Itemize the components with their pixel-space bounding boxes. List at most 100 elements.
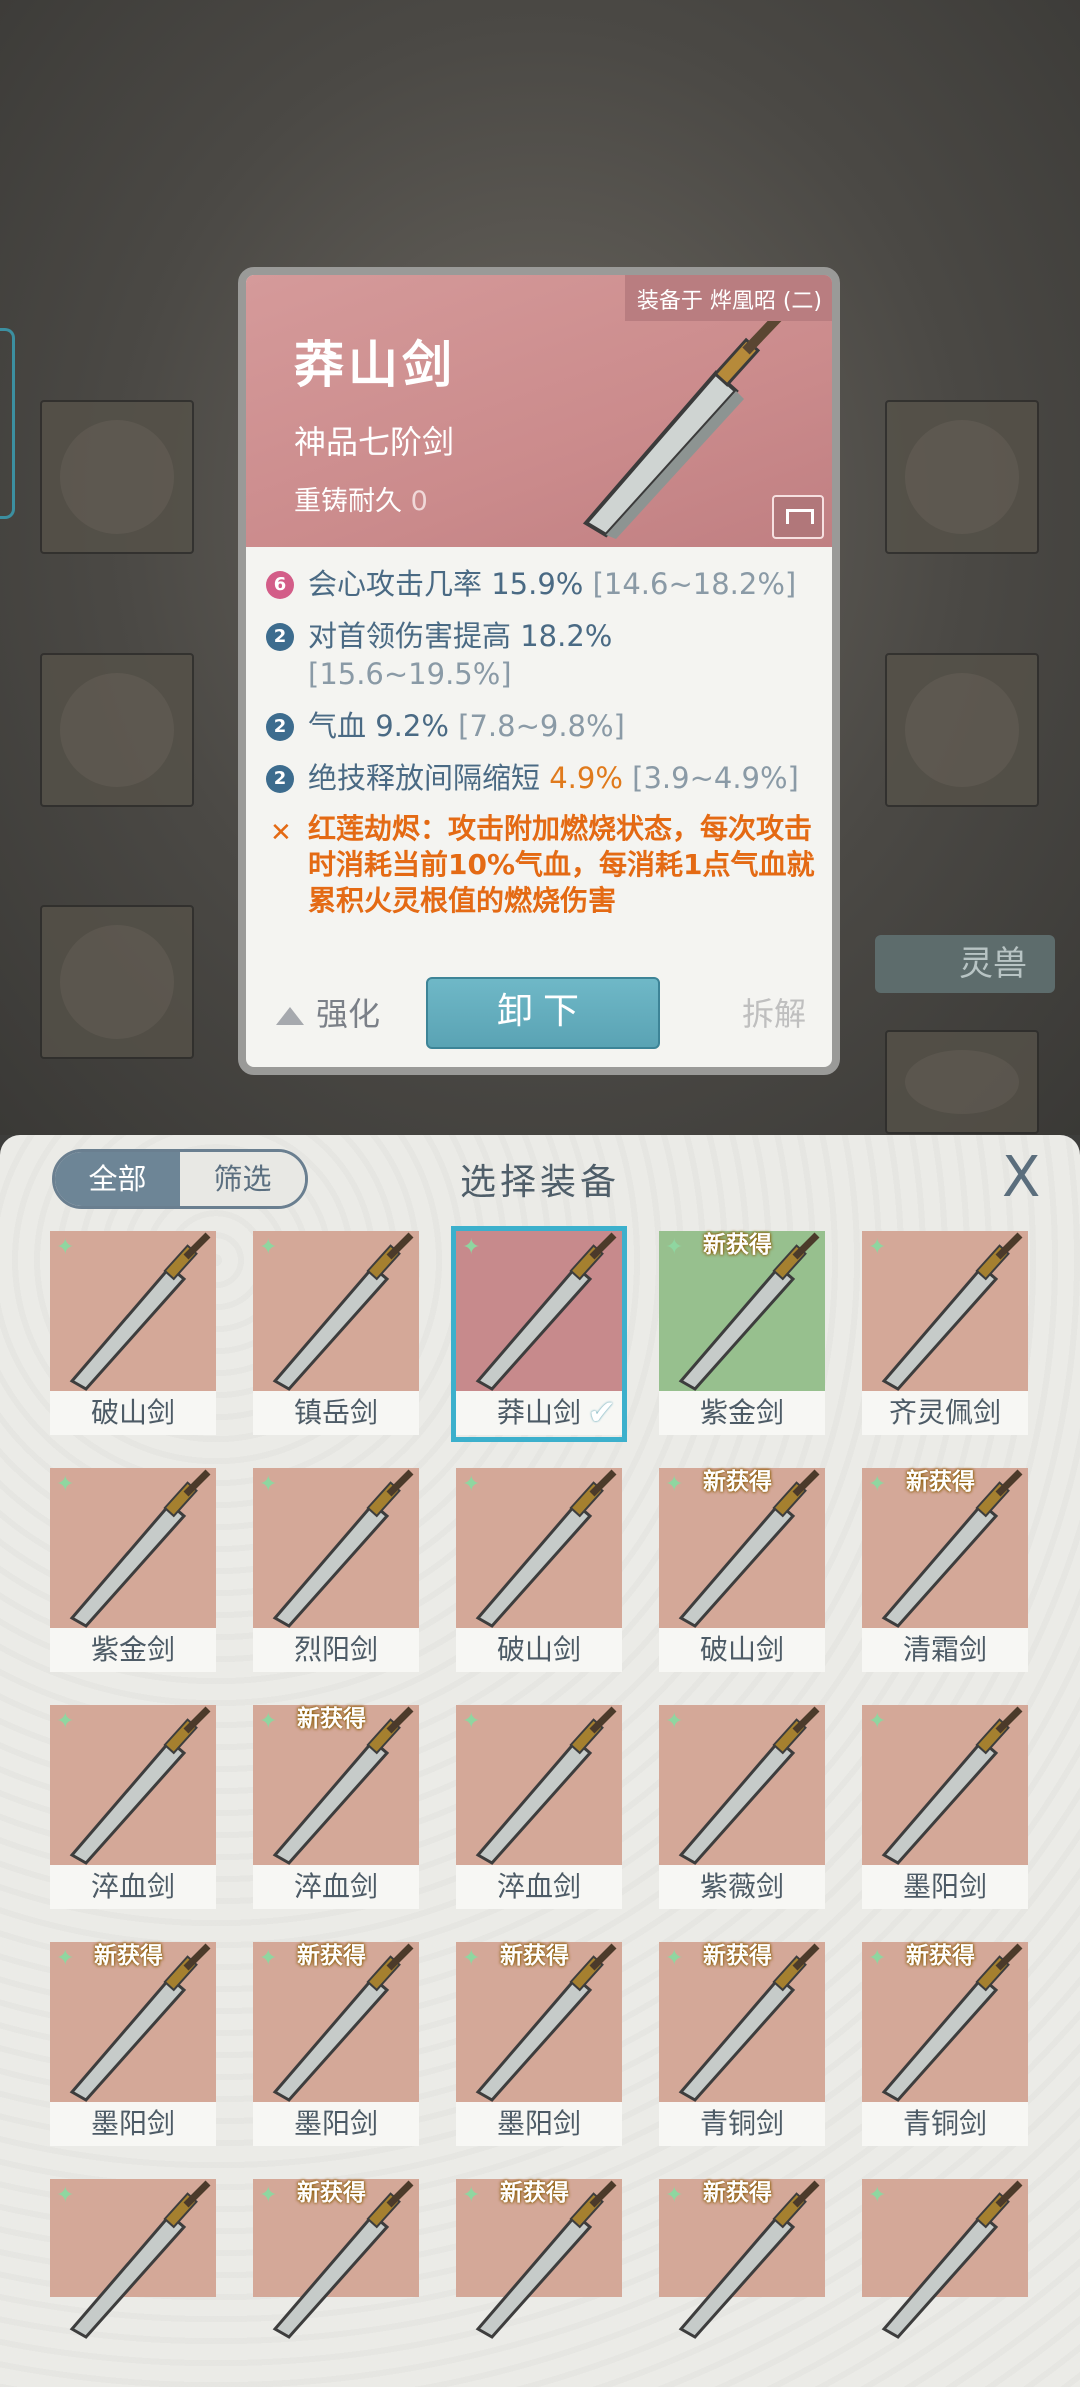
equipment-slot-boots[interactable] [40, 905, 194, 1059]
element-flame-icon: ✦ [665, 1946, 684, 1971]
element-flame-icon: ✦ [665, 1709, 684, 1734]
equipment-item[interactable]: ✦ 新获得 墨阳剑 [50, 1942, 216, 2148]
equipment-item[interactable]: ✦ 新获得 墨阳剑 [253, 1942, 419, 2148]
equipment-item[interactable]: ✦ 新获得 [659, 2179, 825, 2339]
spirit-beast-button[interactable]: 灵兽 [875, 935, 1055, 993]
equipment-slot-armor[interactable] [40, 653, 194, 807]
panel-title: 选择装备 [459, 1162, 620, 1203]
close-icon[interactable]: X [1002, 1150, 1040, 1206]
item-art [50, 1705, 216, 1865]
stat-range: [3.9~4.9%] [632, 761, 799, 795]
element-flame-icon: ✦ [665, 1235, 684, 1260]
item-art [659, 1705, 825, 1865]
element-flame-icon: ✦ [868, 1946, 887, 1971]
item-art [253, 1231, 419, 1391]
new-badge: 新获得 [94, 1943, 163, 1969]
stat-value: 4.9% [549, 761, 623, 795]
equipment-item[interactable]: ✦ 紫薇剑 [659, 1705, 825, 1911]
equipment-item[interactable]: ✦ 镇岳剑 [253, 1231, 419, 1437]
item-grade: 神品七阶剑 [294, 423, 455, 461]
element-flame-icon: ✦ [868, 1472, 887, 1497]
equipment-item[interactable]: ✦ 新获得 [456, 2179, 622, 2339]
item-label: 淬血剑 [253, 1865, 419, 1909]
element-flame-icon: ✦ [462, 1472, 481, 1497]
equipment-item[interactable]: ✦ 新获得 淬血剑 [253, 1705, 419, 1911]
dismantle-button[interactable]: 拆解 [742, 989, 806, 1035]
item-label: 破山剑 [659, 1628, 825, 1672]
item-art [253, 1468, 419, 1628]
stat-range: [7.8~9.8%] [458, 709, 625, 743]
equipment-slot-helmet[interactable] [885, 400, 1039, 554]
new-badge: 新获得 [297, 1706, 366, 1732]
equipment-item[interactable]: ✦ 莽山剑 ✔ [451, 1226, 627, 1442]
new-badge: 新获得 [500, 2180, 569, 2206]
stat-row: 6 会心攻击几率 15.9% [14.6~18.2%] [266, 565, 822, 603]
item-label: 淬血剑 [50, 1865, 216, 1909]
equipment-item[interactable]: ✦ [50, 2179, 216, 2339]
equipment-item[interactable]: ✦ 新获得 紫金剑 [659, 1231, 825, 1437]
item-label: 紫薇剑 [659, 1865, 825, 1909]
stat-name: 绝技释放间隔缩短 [308, 761, 541, 795]
element-flame-icon: ✦ [259, 1946, 278, 1971]
stat-row: 2 气血 9.2% [7.8~9.8%] [266, 707, 822, 745]
item-label: 墨阳剑 [862, 1865, 1028, 1909]
element-flame-icon: ✦ [56, 1235, 75, 1260]
new-badge: 新获得 [500, 1943, 569, 1969]
equipment-item[interactable]: ✦ 新获得 青铜剑 [659, 1942, 825, 2148]
stat-name: 会心攻击几率 [308, 567, 483, 601]
item-label: 镇岳剑 [253, 1391, 419, 1435]
element-flame-icon: ✦ [462, 2183, 481, 2208]
equipment-item[interactable]: ✦ 破山剑 [456, 1468, 622, 1674]
equipment-slot-extra[interactable] [885, 1030, 1039, 1134]
item-art [456, 1705, 622, 1865]
equipment-item[interactable]: ✦ 墨阳剑 [862, 1705, 1028, 1911]
element-flame-icon: ✦ [259, 1472, 278, 1497]
enhance-button[interactable]: 强化 [276, 989, 380, 1035]
item-label: 齐灵佩剑 [862, 1391, 1028, 1435]
skill-icon: ✕ [270, 818, 292, 848]
side-tab[interactable] [0, 328, 15, 519]
stat-level-badge: 6 [266, 571, 294, 599]
element-flame-icon: ✦ [259, 1235, 278, 1260]
equipment-item[interactable]: ✦ 烈阳剑 [253, 1468, 419, 1674]
stat-row: 2 绝技释放间隔缩短 4.9% [3.9~4.9%] [266, 759, 822, 797]
item-art [456, 1231, 622, 1391]
item-label: 紫金剑 [659, 1391, 825, 1435]
equipment-item[interactable]: ✦ 紫金剑 [50, 1468, 216, 1674]
card-actions: 强化 卸下 拆解 [246, 975, 832, 1067]
equipment-item[interactable]: ✦ 新获得 青铜剑 [862, 1942, 1028, 2148]
equipment-detail-card: 装备于 烨凰昭 (二) 莽山剑 神品七阶剑 重铸耐久 0 6 会心攻击几率 15… [238, 267, 840, 1075]
equipment-item[interactable]: ✦ 破山剑 [50, 1231, 216, 1437]
stat-name: 对首领伤害提高 [308, 619, 512, 653]
equipment-item[interactable]: ✦ [862, 2179, 1028, 2339]
stat-name: 气血 [308, 709, 367, 743]
equipment-item[interactable]: ✦ 淬血剑 [50, 1705, 216, 1911]
unequip-button[interactable]: 卸下 [426, 977, 660, 1049]
selected-check-icon: ✔ [587, 1393, 617, 1433]
equipment-item[interactable]: ✦ 新获得 清霜剑 [862, 1468, 1028, 1674]
equipment-item[interactable]: ✦ 新获得 墨阳剑 [456, 1942, 622, 2148]
element-flame-icon: ✦ [462, 1709, 481, 1734]
new-badge: 新获得 [906, 1943, 975, 1969]
lock-icon[interactable] [772, 495, 824, 539]
item-art [862, 1705, 1028, 1865]
item-art [862, 2179, 1028, 2339]
stat-value: 9.2% [375, 709, 449, 743]
element-flame-icon: ✦ [868, 2183, 887, 2208]
equipment-item[interactable]: ✦ 新获得 破山剑 [659, 1468, 825, 1674]
element-flame-icon: ✦ [56, 1472, 75, 1497]
equipment-item[interactable]: ✦ 齐灵佩剑 [862, 1231, 1028, 1437]
equipped-on-label: 装备于 烨凰昭 (二) [624, 275, 832, 321]
element-flame-icon: ✦ [259, 2183, 278, 2208]
equipment-slot-weapon[interactable] [40, 400, 194, 554]
reforge-durability: 重铸耐久 0 [294, 479, 428, 518]
item-label: 清霜剑 [862, 1628, 1028, 1672]
equipment-slot-accessory[interactable] [885, 653, 1039, 807]
equipment-item[interactable]: ✦ 淬血剑 [456, 1705, 622, 1911]
arrow-up-icon [276, 1007, 304, 1025]
element-flame-icon: ✦ [462, 1235, 481, 1260]
skill-description: ✕ 红莲劫烬：攻击附加燃烧状态，每次攻击时消耗当前10%气血，每消耗1点气血就累… [266, 811, 822, 919]
equipment-item[interactable]: ✦ 新获得 [253, 2179, 419, 2339]
dismantle-label: 拆解 [741, 995, 806, 1033]
stat-value: 15.9% [491, 567, 584, 601]
